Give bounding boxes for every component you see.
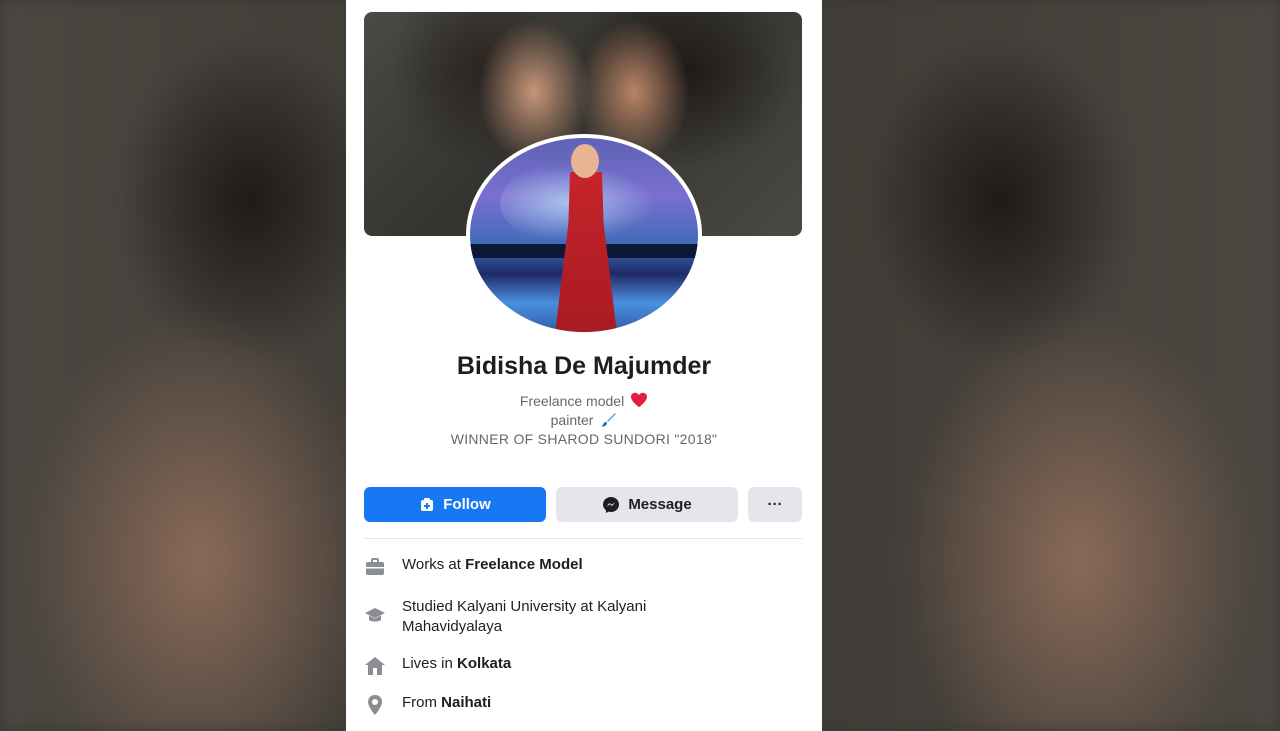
intro-lives-text: Lives in Kolkata (402, 655, 511, 672)
profile-picture[interactable] (466, 134, 702, 336)
home-icon (365, 657, 385, 675)
intro-from: From Naihati (364, 694, 802, 716)
work-place[interactable]: Freelance Model (465, 556, 583, 573)
graduation-cap-icon (365, 608, 385, 622)
more-dots-icon: ··· (767, 496, 783, 513)
from-prefix: From (402, 694, 437, 711)
bio-line-1: Freelance model (346, 392, 822, 409)
messenger-icon (603, 496, 620, 513)
work-prefix: Works at (402, 556, 461, 573)
intro-study: Studied Kalyani University at Kalyani Ma… (364, 597, 802, 637)
intro-from-text: From Naihati (402, 694, 491, 711)
bio-line-1-text: Freelance model (519, 393, 625, 409)
intro-lives: Lives in Kolkata (364, 655, 802, 677)
profile-panel: Bidisha De Majumder Freelance model pain… (346, 0, 822, 731)
more-options-button[interactable]: ··· (748, 487, 802, 522)
lives-prefix: Lives in (402, 655, 453, 672)
bio-line-2: painter (346, 412, 822, 428)
intro-work: Works at Freelance Model (364, 556, 802, 578)
message-button[interactable]: Message (556, 487, 738, 522)
follow-label: Follow (443, 496, 491, 513)
message-label: Message (628, 496, 692, 513)
paintbrush-icon (602, 413, 617, 427)
location-pin-icon (368, 695, 382, 715)
section-divider (364, 538, 802, 539)
bio-line-2-text: painter (550, 412, 594, 428)
briefcase-icon (366, 558, 384, 575)
study-line-2[interactable]: Mahavidyalaya (402, 618, 502, 635)
from-place[interactable]: Naihati (441, 694, 491, 711)
follow-plus-icon (421, 497, 434, 511)
intro-study-text: Studied Kalyani University at Kalyani Ma… (402, 597, 646, 637)
study-line-1[interactable]: Studied Kalyani University at Kalyani (402, 598, 646, 615)
profile-name: Bidisha De Majumder (456, 352, 712, 380)
follow-button[interactable]: Follow (364, 487, 546, 522)
lives-place[interactable]: Kolkata (457, 655, 511, 672)
heart-icon (631, 392, 648, 408)
avatar-head (571, 144, 599, 178)
intro-work-text: Works at Freelance Model (402, 556, 583, 573)
bio-line-3: WINNER OF SHAROD SUNDORI "2018" (450, 431, 718, 447)
